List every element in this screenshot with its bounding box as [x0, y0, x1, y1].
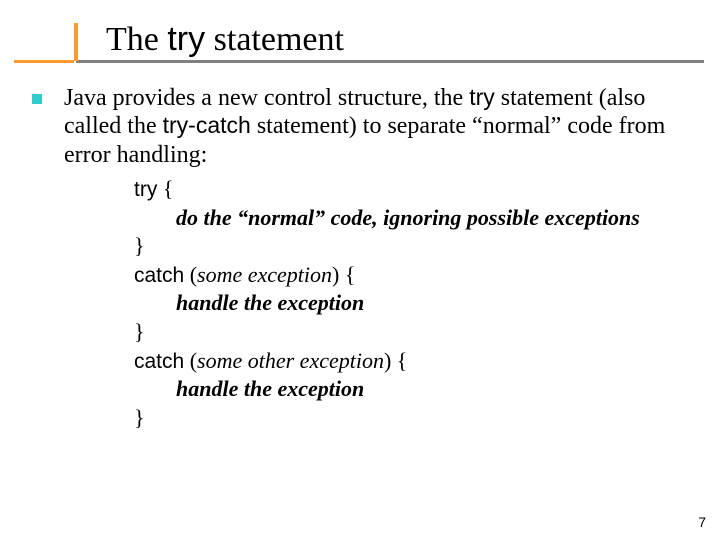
- slide: The try statement Java provides a new co…: [0, 0, 720, 540]
- title-rule: [76, 60, 704, 63]
- bullet-item: Java provides a new control structure, t…: [32, 84, 698, 169]
- code-line: try {: [134, 175, 698, 204]
- code-line: }: [134, 404, 698, 433]
- slide-body: Java provides a new control structure, t…: [32, 84, 698, 432]
- code-text: (: [184, 262, 197, 287]
- code-line: catch (some exception) {: [134, 261, 698, 290]
- code-comment: handle the exception: [134, 375, 698, 404]
- slide-title: The try statement: [106, 20, 344, 59]
- para-text-1: Java provides a new control structure, t…: [64, 85, 469, 111]
- title-text-1: The: [106, 21, 167, 58]
- code-line: }: [134, 232, 698, 261]
- code-keyword: catch: [134, 264, 184, 287]
- code-arg: some exception: [197, 262, 332, 287]
- code-text: ) {: [384, 348, 407, 373]
- page-number: 7: [698, 514, 706, 530]
- code-text: (: [184, 348, 197, 373]
- code-text: {: [157, 176, 173, 201]
- title-keyword: try: [167, 20, 205, 58]
- code-line: }: [134, 318, 698, 347]
- code-block: try { do the “normal” code, ignoring pos…: [134, 175, 698, 432]
- code-text: ) {: [332, 262, 355, 287]
- code-line: catch (some other exception) {: [134, 347, 698, 376]
- title-accent-stub: [74, 23, 78, 61]
- body-paragraph: Java provides a new control structure, t…: [64, 84, 698, 169]
- code-comment: do the “normal” code, ignoring possible …: [134, 204, 698, 233]
- title-rule-accent: [14, 60, 74, 63]
- code-comment: handle the exception: [134, 289, 698, 318]
- title-text-2: statement: [205, 21, 344, 58]
- bullet-icon: [32, 94, 42, 104]
- para-keyword-2: try-catch: [163, 112, 251, 138]
- code-arg: some other exception: [197, 348, 384, 373]
- code-keyword: catch: [134, 350, 184, 373]
- para-keyword-1: try: [469, 84, 495, 110]
- title-area: The try statement: [0, 10, 720, 66]
- code-keyword: try: [134, 178, 157, 201]
